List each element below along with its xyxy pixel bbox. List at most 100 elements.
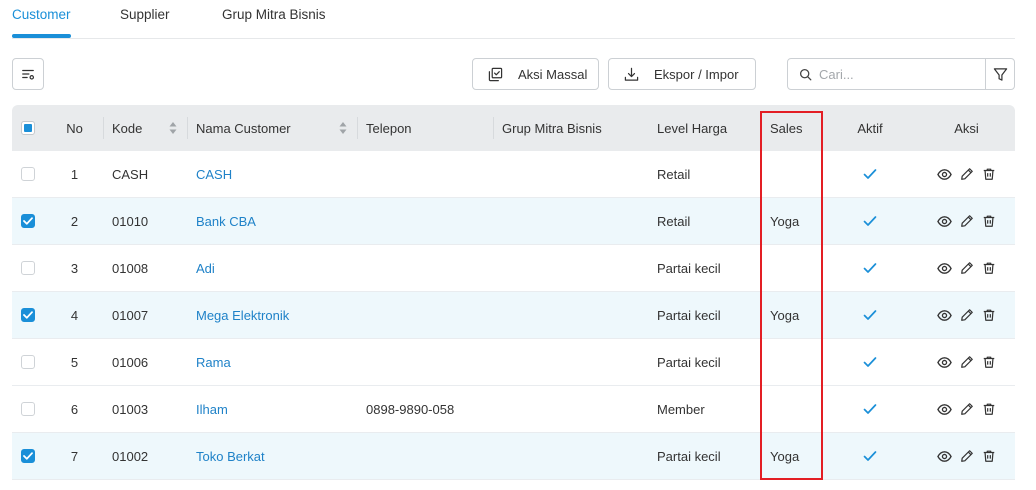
row-actions: [937, 402, 996, 417]
tab-customer[interactable]: Customer: [12, 7, 71, 38]
pencil-icon[interactable]: [960, 355, 974, 369]
customer-name-cell: Mega Elektronik: [187, 292, 357, 338]
table-row[interactable]: 3 01008 Adi Partai kecil: [12, 245, 1015, 292]
filter-button[interactable]: [985, 58, 1015, 90]
customer-phone: [357, 198, 493, 244]
table-row[interactable]: 5 01006 Rama Partai kecil: [12, 339, 1015, 386]
pencil-icon[interactable]: [960, 308, 974, 322]
customer-code: 01002: [112, 448, 149, 464]
sort-icon[interactable]: [339, 121, 347, 135]
customer-name-link[interactable]: Ilham: [196, 402, 228, 417]
header-sales: Sales: [761, 105, 822, 151]
header-select-cell: [12, 105, 46, 151]
row-actions: [937, 355, 996, 370]
customer-active-cell: [822, 151, 918, 197]
customer-price-level: Partai kecil: [657, 307, 721, 323]
table-row[interactable]: 7 01002 Toko Berkat Partai kecil Yoga: [12, 433, 1015, 480]
customer-code: 01010: [112, 213, 149, 229]
trash-icon[interactable]: [982, 308, 996, 322]
customer-active-cell: [822, 292, 918, 338]
customer-partner-group: [493, 151, 648, 197]
row-number: 7: [70, 448, 79, 464]
table-row[interactable]: 4 01007 Mega Elektronik Partai kecil Yoga: [12, 292, 1015, 339]
bulk-action-button[interactable]: Aksi Massal: [472, 58, 599, 90]
sort-icon[interactable]: [169, 121, 177, 135]
table-body: 1 CASH CASH Retail 2 01010 Bank CBA Retail Yoga 3…: [12, 151, 1015, 480]
row-actions-cell: [918, 433, 1015, 479]
header-kode[interactable]: Kode: [103, 105, 187, 151]
customer-phone: [357, 433, 493, 479]
trash-icon[interactable]: [982, 214, 996, 228]
customer-name-link[interactable]: Adi: [196, 261, 215, 276]
tab-supplier[interactable]: Supplier: [120, 7, 170, 23]
header-aksi-label: Aksi: [954, 120, 979, 136]
customer-phone: 0898-9890-058: [366, 401, 455, 417]
customer-name-cell: Adi: [187, 245, 357, 291]
row-checkbox[interactable]: [21, 355, 35, 369]
search-icon: [799, 68, 812, 81]
checkbox-check-icon: [23, 452, 33, 460]
row-actions-cell: [918, 198, 1015, 244]
header-nama-customer[interactable]: Nama Customer: [187, 105, 357, 151]
row-number: 4: [70, 307, 79, 323]
customer-name-link[interactable]: Bank CBA: [196, 214, 256, 229]
table-row[interactable]: 1 CASH CASH Retail: [12, 151, 1015, 198]
customer-phone: [357, 151, 493, 197]
header-kode-label: Kode: [112, 120, 143, 136]
row-checkbox[interactable]: [21, 261, 35, 275]
trash-icon[interactable]: [982, 167, 996, 181]
eye-icon[interactable]: [937, 308, 952, 323]
export-import-button[interactable]: Ekspor / Impor: [608, 58, 756, 90]
eye-icon[interactable]: [937, 402, 952, 417]
checkbox-check-icon: [23, 217, 33, 225]
row-checkbox[interactable]: [21, 308, 35, 322]
trash-icon[interactable]: [982, 355, 996, 369]
row-checkbox[interactable]: [21, 449, 35, 463]
customer-name-cell: CASH: [187, 151, 357, 197]
eye-icon[interactable]: [937, 355, 952, 370]
search-input[interactable]: [817, 65, 977, 83]
row-actions-cell: [918, 292, 1015, 338]
customer-code: 01007: [112, 307, 149, 323]
search-box[interactable]: [787, 58, 986, 90]
select-all-checkbox[interactable]: [21, 121, 35, 135]
pencil-icon[interactable]: [960, 167, 974, 181]
check-icon: [863, 403, 877, 415]
customer-name-link[interactable]: Rama: [196, 355, 231, 370]
customer-partner-group: [493, 245, 648, 291]
pencil-icon[interactable]: [960, 214, 974, 228]
customer-partner-group: [493, 339, 648, 385]
row-checkbox[interactable]: [21, 402, 35, 416]
eye-icon[interactable]: [937, 214, 952, 229]
customer-name-link[interactable]: Toko Berkat: [196, 449, 265, 464]
table-row[interactable]: 2 01010 Bank CBA Retail Yoga: [12, 198, 1015, 245]
row-checkbox[interactable]: [21, 167, 35, 181]
row-checkbox[interactable]: [21, 214, 35, 228]
customer-partner-group: [493, 433, 648, 479]
row-select-cell: [12, 198, 46, 244]
row-actions: [937, 449, 996, 464]
customer-name-link[interactable]: Mega Elektronik: [196, 308, 289, 323]
trash-icon[interactable]: [982, 261, 996, 275]
tab-grup-mitra-bisnis[interactable]: Grup Mitra Bisnis: [222, 7, 326, 23]
bulk-action-label: Aksi Massal: [518, 66, 588, 82]
eye-icon[interactable]: [937, 449, 952, 464]
table-row[interactable]: 6 01003 Ilham 0898-9890-058 Member: [12, 386, 1015, 433]
header-level-harga: Level Harga: [648, 105, 761, 151]
row-number: 6: [70, 401, 79, 417]
eye-icon[interactable]: [937, 167, 952, 182]
customer-code: 01003: [112, 401, 149, 417]
check-icon: [863, 450, 877, 462]
customer-active-cell: [822, 245, 918, 291]
eye-icon[interactable]: [937, 261, 952, 276]
pencil-icon[interactable]: [960, 449, 974, 463]
customer-name-link[interactable]: CASH: [196, 167, 232, 182]
trash-icon[interactable]: [982, 402, 996, 416]
pencil-icon[interactable]: [960, 261, 974, 275]
pencil-icon[interactable]: [960, 402, 974, 416]
column-settings-button[interactable]: [12, 58, 44, 90]
table-settings-icon: [21, 67, 35, 81]
row-select-cell: [12, 386, 46, 432]
customer-price-level: Member: [657, 401, 705, 417]
trash-icon[interactable]: [982, 449, 996, 463]
